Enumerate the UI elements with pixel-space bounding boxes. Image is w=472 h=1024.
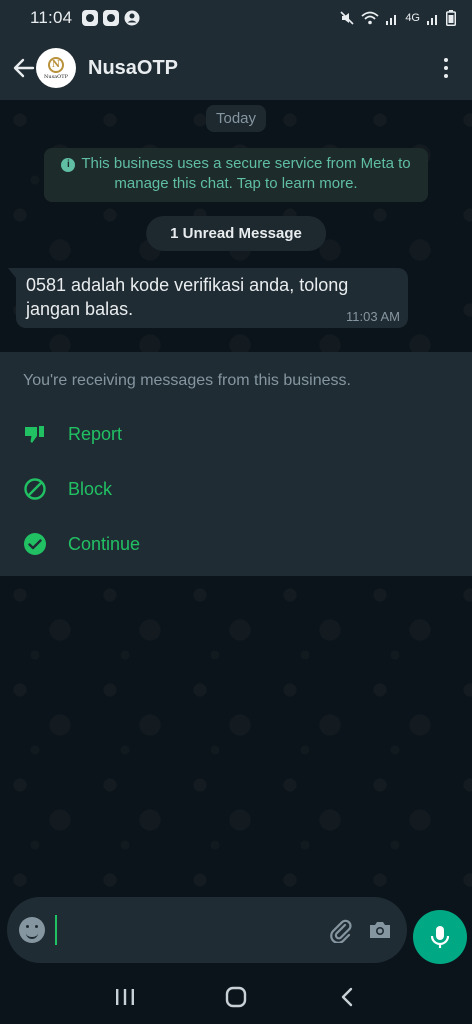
app-notification-icon — [103, 10, 120, 26]
voice-message-button[interactable] — [413, 910, 467, 964]
microphone-icon — [430, 926, 450, 948]
recent-apps-icon — [116, 989, 135, 1005]
info-banner-text: i This business uses a secure service fro… — [44, 154, 428, 194]
notification-icons — [82, 10, 140, 26]
thumbs-down-icon — [23, 422, 47, 446]
date-divider: Today — [205, 105, 267, 132]
message-text: 0581 adalah kode verifikasi anda, tolong… — [26, 275, 349, 319]
info-icon: i — [61, 158, 76, 172]
recent-apps-button[interactable] — [105, 977, 145, 1017]
more-options-button[interactable] — [434, 48, 458, 88]
account-icon — [124, 10, 140, 26]
avatar-brand-text: NusaOTP — [44, 73, 68, 80]
mute-icon — [340, 11, 354, 25]
system-navigation-bar — [0, 970, 472, 1024]
continue-label: Continue — [68, 533, 141, 554]
status-bar: 11:04 4G — [0, 0, 472, 36]
business-notice: You're receiving messages from this busi… — [23, 372, 351, 389]
camera-icon — [370, 922, 390, 938]
business-actions-panel: You're receiving messages from this busi… — [0, 352, 472, 576]
encryption-info-banner[interactable]: i This business uses a secure service fro… — [44, 148, 428, 202]
emoji-icon[interactable] — [19, 917, 45, 943]
chat-header: N NusaOTP NusaOTP — [0, 36, 472, 100]
arrow-left-icon — [13, 58, 35, 78]
paperclip-icon — [330, 919, 352, 943]
app-notification-icon — [82, 10, 99, 26]
logo-icon: N — [48, 56, 64, 73]
block-label: Block — [68, 478, 113, 499]
check-circle-icon — [23, 532, 47, 556]
dot-icon — [444, 66, 448, 70]
block-icon — [23, 477, 47, 501]
dot-icon — [444, 58, 448, 62]
chat-area[interactable]: Today i This business uses a secure servi… — [0, 100, 472, 896]
system-status-icons: 4G — [339, 10, 456, 26]
wifi-icon — [361, 11, 379, 25]
incoming-message-bubble[interactable]: 0581 adalah kode verifikasi anda, tolong… — [8, 268, 408, 328]
home-button[interactable] — [216, 977, 256, 1017]
camera-button[interactable] — [365, 915, 395, 945]
chevron-left-icon — [341, 987, 352, 1007]
message-input[interactable] — [55, 915, 315, 945]
block-button[interactable]: Block — [23, 469, 112, 509]
contact-name[interactable]: NusaOTP — [88, 57, 178, 80]
continue-button[interactable]: Continue — [23, 524, 140, 564]
contact-avatar[interactable]: N NusaOTP — [36, 48, 76, 88]
network-type-label: 4G — [405, 12, 420, 24]
signal-icon — [386, 15, 397, 25]
attach-button[interactable] — [325, 915, 355, 945]
status-time: 11:04 — [30, 8, 73, 27]
back-nav-button[interactable] — [327, 977, 367, 1017]
dot-icon — [444, 74, 448, 78]
message-composer — [7, 897, 407, 963]
report-button[interactable]: Report — [23, 414, 122, 454]
signal-icon — [427, 15, 437, 25]
message-timestamp: 11:03 AM — [346, 309, 400, 324]
report-label: Report — [68, 423, 123, 444]
home-icon — [225, 986, 247, 1008]
battery-icon — [446, 10, 456, 26]
unread-divider: 1 Unread Message — [146, 216, 326, 251]
info-banner-label: This business uses a secure service from… — [81, 155, 411, 192]
